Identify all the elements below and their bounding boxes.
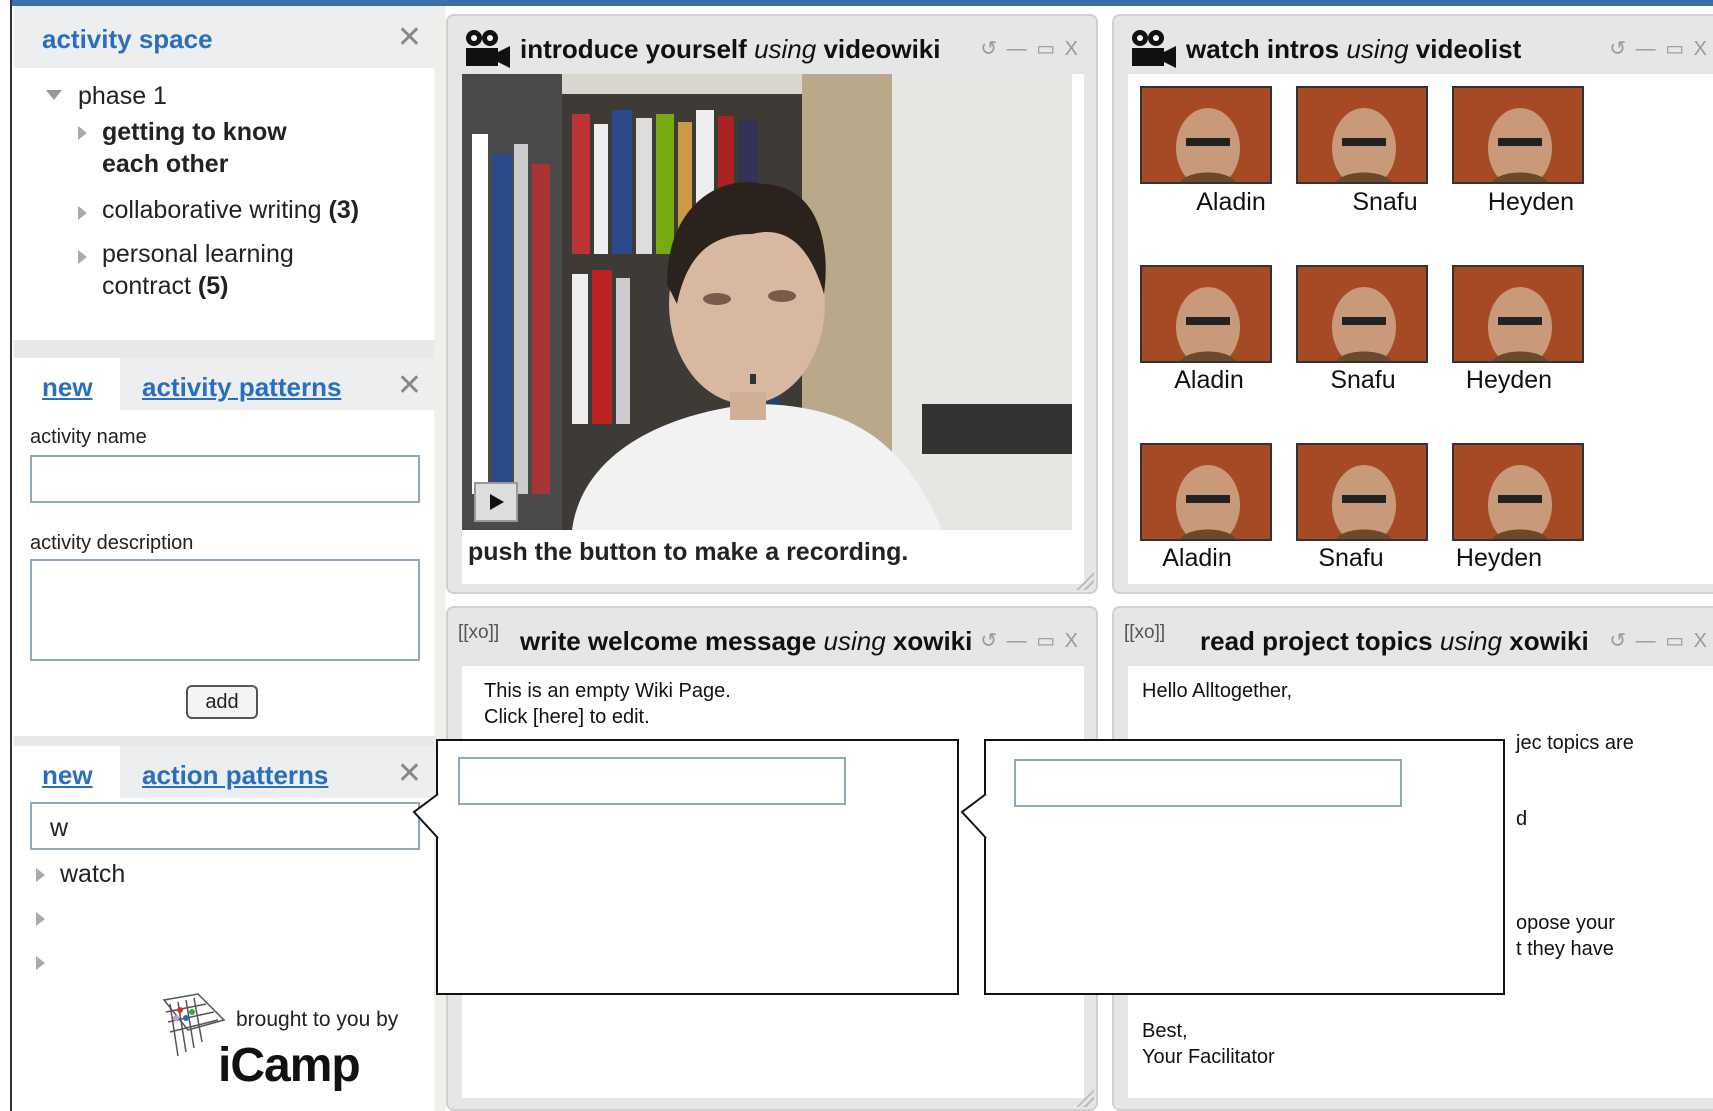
expand-triangle-icon[interactable] xyxy=(78,250,87,264)
resize-grip-icon[interactable] xyxy=(1076,1089,1094,1107)
action-tabs: new action patterns ✕ xyxy=(14,746,434,798)
video-thumbnail[interactable] xyxy=(1140,443,1272,541)
window-title: write welcome message using xowiki xyxy=(520,626,973,656)
callout-input[interactable] xyxy=(458,757,846,805)
expand-triangle-icon[interactable] xyxy=(78,126,87,140)
tree-item-personal-learning-contract[interactable]: personal learning contract (5) xyxy=(102,238,294,302)
icamp-logo-text: iCamp xyxy=(218,1039,361,1092)
video-thumbnail[interactable] xyxy=(1452,443,1584,541)
activity-tabs: new activity patterns ✕ xyxy=(14,358,434,410)
expand-triangle-icon[interactable] xyxy=(36,912,45,926)
tab-activity-patterns[interactable]: activity patterns xyxy=(142,372,341,403)
thumbnail-label: Heyden xyxy=(1487,188,1575,216)
add-button[interactable]: add xyxy=(186,685,258,719)
activity-description-label: activity description xyxy=(30,532,194,554)
video-thumbnail[interactable] xyxy=(1296,265,1428,363)
callout-input[interactable] xyxy=(1014,759,1402,807)
wiki-signoff: Best, Your Facilitator xyxy=(1142,1020,1275,1068)
window-title: introduce yourself using videowiki xyxy=(520,34,941,64)
thumbnail-label: Heyden xyxy=(1455,544,1543,572)
collapse-triangle-icon[interactable] xyxy=(46,90,62,100)
tree-item-collaborative-writing[interactable]: collaborative writing (3) xyxy=(102,196,359,225)
thumbnail-label: Snafu xyxy=(1330,366,1396,394)
wiki-fragment: t they have xyxy=(1516,938,1614,960)
thumbnail-label: Aladin xyxy=(1196,188,1266,216)
close-icon[interactable]: ✕ xyxy=(397,756,422,791)
thumbnail-label: Aladin xyxy=(1174,366,1244,394)
thumbnail-label: Snafu xyxy=(1318,544,1384,572)
action-search-input[interactable]: w xyxy=(30,802,420,850)
activity-tree: phase 1 getting to know each other colla… xyxy=(14,68,434,340)
play-button[interactable] xyxy=(474,482,518,522)
window-controls[interactable]: ↺ — ▭ X xyxy=(1609,36,1709,61)
action-search-value: w xyxy=(50,814,69,842)
video-thumbnail[interactable] xyxy=(1296,86,1428,184)
action-item-watch[interactable]: watch xyxy=(60,860,125,889)
window-title: watch intros using videolist xyxy=(1186,34,1522,64)
wiki-fragment: jec topics are xyxy=(1516,732,1634,754)
thumbnail-label: Aladin xyxy=(1162,544,1232,572)
tree-phase[interactable]: phase 1 xyxy=(78,82,167,111)
close-icon[interactable]: ✕ xyxy=(397,20,422,55)
activity-name-input[interactable] xyxy=(30,455,420,503)
xowiki-icon: [[xo]] xyxy=(458,622,500,643)
close-icon[interactable]: ✕ xyxy=(397,368,422,403)
play-icon xyxy=(490,494,504,510)
tab-new-activity[interactable]: new xyxy=(42,372,93,403)
video-thumbnail[interactable] xyxy=(1140,86,1272,184)
video-thumbnail[interactable] xyxy=(1452,86,1584,184)
callout-right xyxy=(984,739,1505,995)
left-edge xyxy=(0,0,12,1111)
expand-triangle-icon[interactable] xyxy=(36,868,45,882)
window-controls[interactable]: ↺ — ▭ X xyxy=(980,628,1080,653)
film-camera-icon xyxy=(1132,30,1176,68)
video-thumbnail[interactable] xyxy=(1296,443,1428,541)
expand-triangle-icon[interactable] xyxy=(78,206,87,220)
tree-item-getting-to-know[interactable]: getting to know each other xyxy=(102,116,287,180)
window-title: read project topics using xowiki xyxy=(1200,626,1589,656)
wiki-fragment: opose your xyxy=(1516,912,1615,934)
callout-left xyxy=(436,739,959,995)
film-camera-icon xyxy=(466,30,510,68)
video-thumbnail[interactable] xyxy=(1140,265,1272,363)
wiki-fragment: d xyxy=(1516,808,1528,830)
activity-space-header: activity space ✕ xyxy=(14,6,434,68)
activity-space-title[interactable]: activity space xyxy=(42,24,213,55)
video-frame xyxy=(462,74,1072,530)
window-titlebar[interactable]: [[xo]] read project topics using xowiki … xyxy=(1124,616,1707,666)
callout-pointer xyxy=(960,793,988,839)
window-titlebar[interactable]: [[xo]] write welcome message using xowik… xyxy=(458,616,1086,666)
wiki-greeting: Hello Alltogether, xyxy=(1142,680,1293,702)
brought-to-you-by: brought to you by xyxy=(236,1008,399,1031)
window-titlebar[interactable]: watch intros using videolist ↺ — ▭ X xyxy=(1124,24,1707,74)
tab-action-patterns[interactable]: action patterns xyxy=(142,760,328,791)
activity-description-input[interactable] xyxy=(30,559,420,661)
resize-grip-icon[interactable] xyxy=(1076,572,1094,590)
expand-triangle-icon[interactable] xyxy=(36,956,45,970)
panel-separator xyxy=(14,340,434,358)
activity-name-label: activity name xyxy=(30,426,147,448)
video-caption: push the button to make a recording. xyxy=(468,538,909,566)
window-titlebar[interactable]: introduce yourself using videowiki ↺ — ▭… xyxy=(458,24,1086,74)
window-controls[interactable]: ↺ — ▭ X xyxy=(980,36,1080,61)
xowiki-icon: [[xo]] xyxy=(1124,622,1166,643)
callout-pointer xyxy=(412,793,440,839)
window-controls[interactable]: ↺ — ▭ X xyxy=(1609,628,1709,653)
thumbnail-label: Heyden xyxy=(1465,366,1553,394)
video-thumbnail[interactable] xyxy=(1452,265,1584,363)
thumbnail-label: Snafu xyxy=(1352,188,1418,216)
wiki-content: This is an empty Wiki Page. Click [here]… xyxy=(484,680,731,728)
panel-separator xyxy=(14,736,434,746)
tab-new-action[interactable]: new xyxy=(42,760,93,791)
